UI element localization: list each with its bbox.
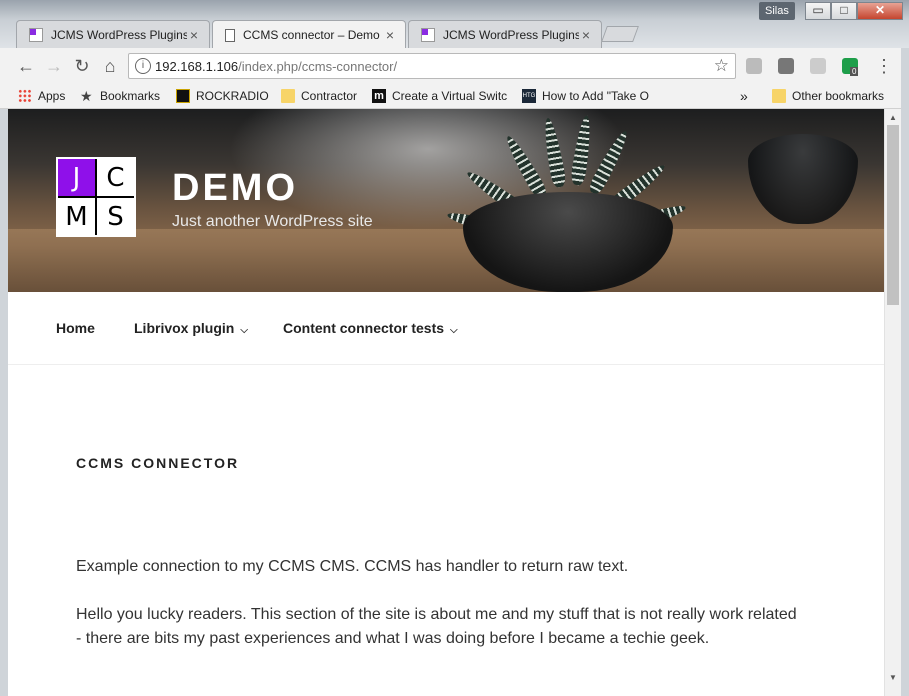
bookmark-bookmarks[interactable]: ★ Bookmarks xyxy=(80,88,160,104)
close-tab-icon[interactable]: × xyxy=(187,27,201,43)
forward-button[interactable]: → xyxy=(42,54,66,78)
minimize-button[interactable]: ▭ xyxy=(805,2,831,20)
bookmark-htg[interactable]: HTG How to Add "Take O xyxy=(522,88,649,104)
window-border-right xyxy=(901,48,909,696)
profile-badge[interactable]: Silas xyxy=(759,2,795,20)
tab-title: JCMS WordPress Plugins xyxy=(443,27,579,42)
background-pot xyxy=(748,134,858,224)
bookmark-label: Create a Virtual Switc xyxy=(392,89,508,103)
address-bar[interactable]: i 192.168.1.106/index.php/ccms-connector… xyxy=(128,53,736,79)
close-tab-icon[interactable]: × xyxy=(383,27,397,43)
bookmarks-bar: Apps ★ Bookmarks ROCKRADIO Contractor m Cr… xyxy=(0,84,909,109)
web-page: J C M S DEMO Just another WordPress site… xyxy=(8,109,884,696)
logo-letter: C xyxy=(97,159,134,196)
info-icon[interactable]: i xyxy=(135,58,151,74)
bookmark-star-icon[interactable]: ☆ xyxy=(714,56,729,76)
content-paragraph: Example connection to my CCMS CMS. CCMS … xyxy=(76,558,629,575)
nav-label: Librivox plugin xyxy=(134,320,235,336)
rockradio-icon xyxy=(176,89,190,103)
jcms-favicon-icon xyxy=(29,27,43,42)
scroll-up-arrow[interactable]: ▲ xyxy=(885,111,901,125)
main-navigation: Home Librivox plugin ⌵ Content connector … xyxy=(8,292,884,365)
content-paragraph: Hello you lucky readers. This section of… xyxy=(76,606,797,647)
bookmark-label: Bookmarks xyxy=(100,89,161,103)
hero-table xyxy=(8,229,884,292)
back-button[interactable]: ← xyxy=(14,54,38,78)
folder-icon xyxy=(772,89,786,103)
nav-label: Content connector tests xyxy=(283,320,445,336)
tab-title: CCMS connector – Demo xyxy=(243,28,380,42)
chevron-down-icon: ⌵ xyxy=(450,325,458,336)
logo-letter: M xyxy=(58,198,95,235)
maximize-button[interactable]: □ xyxy=(831,2,857,20)
scroll-down-arrow[interactable]: ▼ xyxy=(885,671,901,685)
site-title[interactable]: DEMO xyxy=(172,167,298,210)
tab-jcms-plugins-2[interactable]: JCMS WordPress Plugins × xyxy=(408,20,602,48)
cube-icon[interactable] xyxy=(746,58,762,74)
url-host: 192.168.1.106 xyxy=(155,59,239,74)
logo-letter: J xyxy=(58,159,95,196)
bookmark-rockradio[interactable]: ROCKRADIO xyxy=(176,88,269,104)
bookmark-label: ROCKRADIO xyxy=(196,89,269,103)
browser-window: Silas ▭ □ ✕ JCMS WordPress Plugins × CCM… xyxy=(0,0,909,696)
page-title: CCMS CONNECTOR xyxy=(76,455,240,471)
url-path: /index.php/ccms-connector/ xyxy=(238,59,398,74)
htg-icon: HTG xyxy=(522,89,536,103)
close-window-button[interactable]: ✕ xyxy=(857,2,903,20)
site-description: Just another WordPress site xyxy=(172,213,373,230)
bookmark-label: Contractor xyxy=(301,89,358,103)
reload-button[interactable]: ↻ xyxy=(70,54,94,78)
window-border-left xyxy=(0,109,8,696)
bookmarks-overflow-button[interactable]: » xyxy=(740,88,748,104)
chevron-down-icon: ⌵ xyxy=(240,325,248,336)
pdf-icon[interactable] xyxy=(810,58,826,74)
star-icon: ★ xyxy=(80,88,93,104)
url-text[interactable]: 192.168.1.106/index.php/ccms-connector/ xyxy=(155,59,397,74)
apps-icon xyxy=(18,89,32,103)
nav-item-librivox-plugin[interactable]: Librivox plugin ⌵ xyxy=(134,320,248,336)
bookmark-apps[interactable]: Apps xyxy=(18,88,65,104)
close-tab-icon[interactable]: × xyxy=(579,27,593,43)
tab-title: JCMS WordPress Plugins xyxy=(51,27,187,42)
page-scrollbar[interactable]: ▲ ▼ xyxy=(884,109,901,696)
scrollbar-thumb[interactable] xyxy=(887,125,899,305)
bookmark-virtual-switch[interactable]: m Create a Virtual Switc xyxy=(372,88,507,104)
bookmark-contractor[interactable]: Contractor xyxy=(281,88,357,104)
nav-item-home[interactable]: Home xyxy=(56,320,95,336)
shield-icon[interactable] xyxy=(778,58,794,74)
extension-badge: 0 xyxy=(850,67,859,76)
bookmark-label: How to Add "Take O xyxy=(542,89,649,103)
header-image: J C M S DEMO Just another WordPress site xyxy=(8,109,884,292)
other-bookmarks[interactable]: Other bookmarks xyxy=(772,88,884,104)
m-icon: m xyxy=(372,89,386,103)
page-icon xyxy=(225,28,235,42)
tab-jcms-plugins-1[interactable]: JCMS WordPress Plugins × xyxy=(16,20,210,48)
menu-button[interactable]: ⋮ xyxy=(872,54,896,78)
site-logo[interactable]: J C M S xyxy=(56,157,136,237)
home-button[interactable]: ⌂ xyxy=(98,54,122,78)
bookmark-label: Other bookmarks xyxy=(792,89,885,103)
green-extension-icon[interactable]: 0 xyxy=(842,58,859,76)
folder-icon xyxy=(281,89,295,103)
bookmark-label: Apps xyxy=(38,89,66,103)
nav-item-content-connector-tests[interactable]: Content connector tests ⌵ xyxy=(283,320,458,336)
new-tab-button[interactable] xyxy=(601,26,639,42)
tab-ccms-connector[interactable]: CCMS connector – Demo × xyxy=(212,20,406,49)
nav-label: Home xyxy=(56,320,95,336)
jcms-favicon-icon xyxy=(421,27,435,42)
logo-letter: S xyxy=(97,198,134,235)
